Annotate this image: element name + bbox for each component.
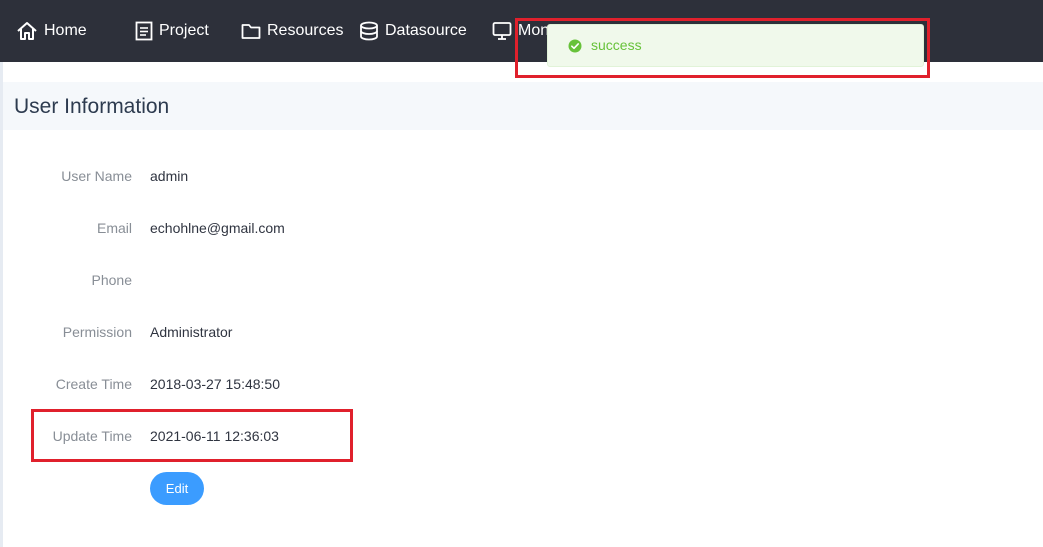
check-circle-icon (568, 39, 582, 58)
field-label: User Name (61, 168, 132, 184)
field-label: Phone (91, 272, 132, 288)
field-value: Administrator (150, 324, 233, 340)
nav-item-label: Project (159, 22, 209, 39)
nav-item-label: Home (44, 22, 87, 39)
sidebar-edge (0, 62, 3, 547)
nav-item-label: Mon (518, 22, 550, 39)
field-label: Update Time (52, 428, 132, 444)
nav-item-home[interactable]: Home (16, 0, 87, 62)
field-value: 2021-06-11 12:36:03 (150, 428, 279, 444)
page-header: User Information (3, 82, 1043, 130)
home-icon (16, 21, 38, 41)
field-label: Create Time (55, 376, 132, 392)
nav-item-monitor[interactable]: Mon (492, 0, 549, 62)
nav-item-resources[interactable]: Resources (241, 0, 343, 62)
document-icon (135, 21, 153, 41)
database-icon (359, 21, 379, 41)
nav-item-datasource[interactable]: Datasource (359, 0, 467, 62)
success-toast: success (547, 24, 924, 67)
folder-icon (241, 22, 261, 40)
field-label: Email (96, 220, 132, 236)
nav-item-label: Resources (267, 22, 344, 39)
edit-button[interactable]: Edit (150, 472, 204, 505)
toast-message: success (591, 37, 642, 53)
field-value: 2018-03-27 15:48:50 (150, 376, 280, 392)
page-title: User Information (14, 95, 170, 118)
nav-item-label: Datasource (385, 22, 467, 39)
field-value: admin (150, 168, 189, 184)
field-label: Permission (62, 324, 132, 340)
nav-item-project[interactable]: Project (135, 0, 209, 62)
monitor-icon (492, 21, 512, 41)
field-value: echohlne@gmail.com (150, 220, 285, 236)
